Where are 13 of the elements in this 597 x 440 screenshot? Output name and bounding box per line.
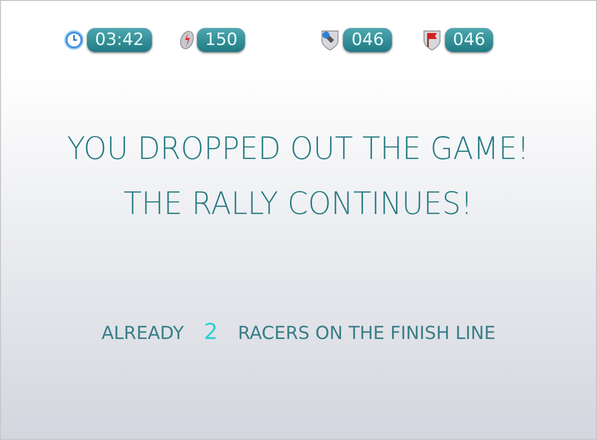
finish-text: RACERS ON THE FINISH LINE	[238, 323, 496, 344]
lightning-icon	[180, 30, 194, 50]
flag-icon	[422, 29, 442, 51]
counter-display: 03:42	[87, 28, 152, 52]
message-text: YOU DROPPED OUT THE GAME!	[68, 130, 530, 169]
clock-icon	[64, 30, 84, 50]
counter-display: 046	[444, 28, 494, 52]
counter-display: 150	[197, 28, 246, 52]
racer-count: 2	[204, 320, 218, 345]
finish-text: ALREADY	[101, 323, 184, 344]
message-text: THE RALLY CONTINUES!	[123, 185, 474, 224]
flashlight-icon	[320, 29, 340, 51]
counter-display: 046	[343, 28, 392, 52]
